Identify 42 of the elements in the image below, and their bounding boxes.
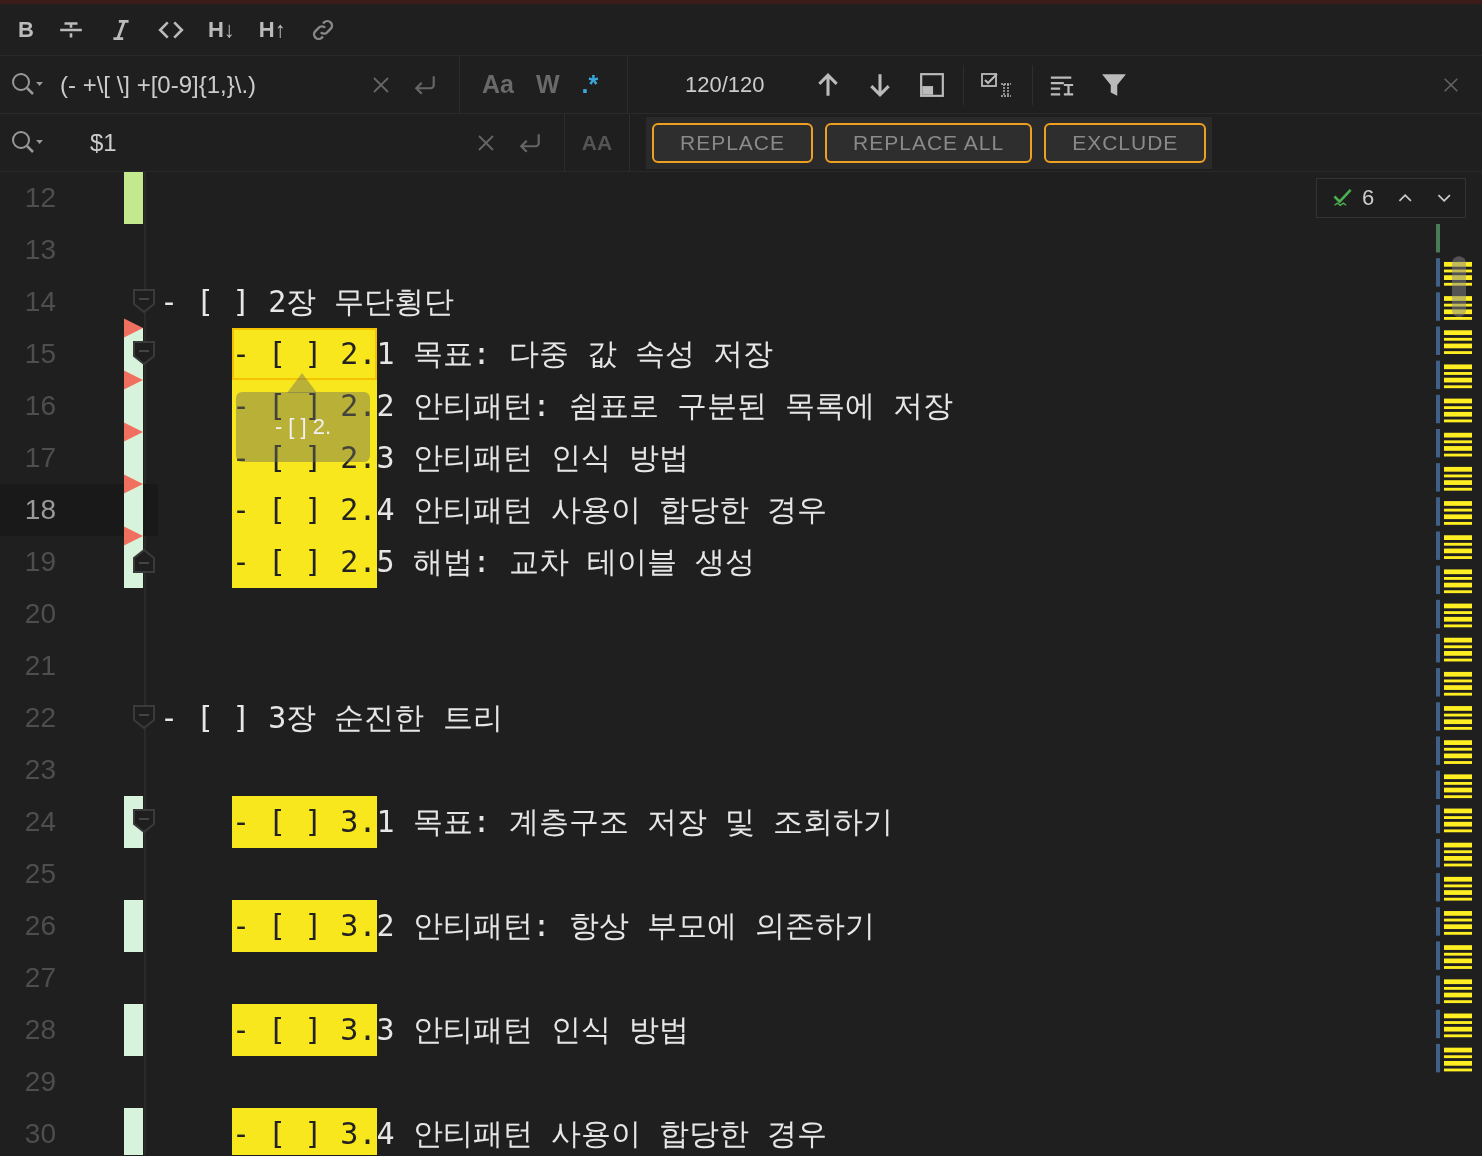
code-line: 1 목표: 계층구조 저장 및 조회하기	[376, 803, 893, 841]
code-line: 2 안티패턴: 쉼표로 구분된 목록에 저장	[376, 387, 953, 425]
close-icon[interactable]	[476, 132, 496, 153]
search-match: - [ ] 3.	[232, 1004, 377, 1056]
search-match: - [ ] 3.	[232, 1108, 377, 1155]
problem-count: 6	[1362, 185, 1375, 211]
search-match: - [ ] 3.	[232, 900, 377, 952]
line-number: 18	[23, 494, 56, 526]
replace-button[interactable]: EXCLUDE	[1044, 122, 1207, 163]
window-icon[interactable]	[918, 71, 945, 98]
search-match: - [ ] 2.	[232, 536, 377, 588]
code-line: - [ ] 2장 무단횡단	[160, 283, 455, 321]
search-field[interactable]: (- +\[ \] +[0-9]{1,}\.)	[60, 70, 371, 99]
chevron-up-icon[interactable]	[1398, 192, 1413, 204]
replace-button[interactable]: REPLACE	[652, 122, 814, 163]
multi-select-icon[interactable]	[979, 71, 1014, 98]
code-line: 1 목표: 다중 값 속성 저장	[376, 335, 773, 373]
format-button[interactable]: B	[18, 16, 34, 43]
fold-icon[interactable]	[132, 340, 156, 366]
code-line: 2 안티패턴: 항상 부모에 의존하기	[376, 907, 875, 945]
replace-field[interactable]: $1	[90, 128, 476, 157]
code-line: - [ ] 3장 순진한 트리	[160, 699, 503, 737]
code-line: 5 해법: 교차 테이블 생성	[376, 543, 755, 581]
format-button[interactable]: H↑	[258, 16, 286, 43]
format-button[interactable]: H↓	[207, 16, 235, 43]
close-icon[interactable]	[1442, 75, 1460, 94]
search-match: - [ ] 3.	[232, 796, 377, 848]
chevron-down-icon[interactable]	[1436, 192, 1451, 204]
code-line: 4 안티패턴 사용이 합당한 경우	[376, 1115, 827, 1153]
filter-icon[interactable]	[1100, 71, 1127, 98]
search-option-toggle[interactable]: .*	[581, 70, 599, 99]
close-icon[interactable]	[371, 74, 391, 95]
search-match: - [ ] 2.	[232, 484, 377, 536]
code-line: 3 안티패턴 인식 방법	[376, 1011, 689, 1049]
code-line: 4 안티패턴 사용이 합당한 경우	[376, 491, 827, 529]
match-count: 120/120	[685, 71, 765, 98]
tooltip-arrow-icon	[287, 373, 317, 393]
search-match: - [ ] 2.	[232, 328, 377, 380]
code-line: 3 안티패턴 인식 방법	[376, 439, 689, 477]
fold-icon[interactable]	[132, 548, 156, 574]
replace-button[interactable]: REPLACE ALL	[825, 122, 1033, 163]
fold-icon[interactable]	[132, 808, 156, 834]
